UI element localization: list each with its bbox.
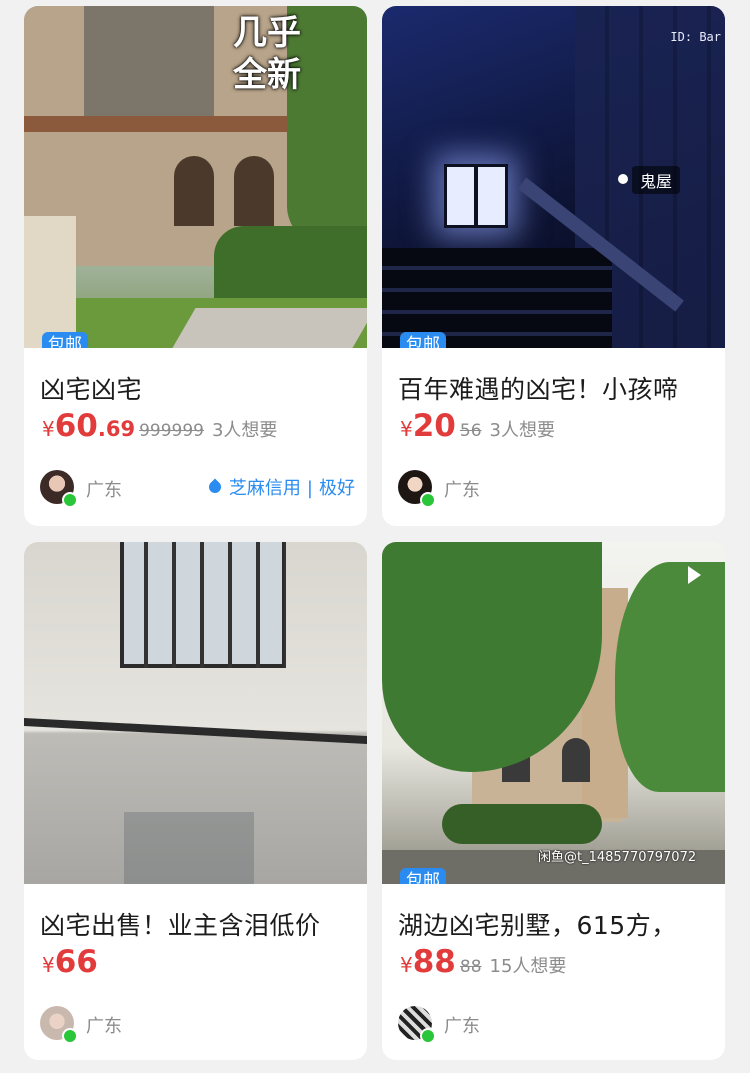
free-shipping-badge: 包邮: [400, 332, 446, 348]
product-title: 凶宅出售！业主含泪低价: [40, 911, 321, 940]
play-icon[interactable]: [688, 566, 701, 584]
product-card[interactable]: 几乎 全新 包邮 凶宅凶宅 ¥60.69 999999 3人想要 广东 芝麻信用 | 极…: [24, 6, 367, 526]
product-photo[interactable]: 几乎 全新 包邮: [24, 6, 367, 348]
seller-row[interactable]: 广东: [398, 1006, 713, 1044]
price-row: ¥88 88 15人想要: [400, 944, 567, 980]
almost-new-sticker: 几乎 全新: [233, 13, 301, 95]
original-price: 88: [459, 957, 482, 977]
credit-badge: 芝麻信用 | 极好: [206, 474, 355, 500]
seller-location: 广东: [86, 480, 122, 501]
online-indicator: [420, 1028, 436, 1044]
tag-dot-icon: [618, 174, 628, 184]
price: 88: [412, 944, 456, 980]
price-row: ¥66: [42, 944, 98, 980]
product-title: 百年难遇的凶宅！小孩啼: [398, 375, 679, 404]
seller-row[interactable]: 广东: [40, 1006, 355, 1044]
seller-location: 广东: [86, 1016, 122, 1037]
seller-row[interactable]: 广东 芝麻信用 | 极好: [40, 470, 355, 508]
seller-row[interactable]: 广东: [398, 470, 713, 508]
original-price: 999999: [139, 421, 204, 441]
water-drop-icon: [206, 478, 224, 496]
price: 66: [54, 944, 98, 980]
product-title: 湖边凶宅别墅，615方，: [398, 911, 677, 940]
online-indicator: [62, 492, 78, 508]
online-indicator: [62, 1028, 78, 1044]
product-card[interactable]: ID: Bar 鬼屋 包邮 百年难遇的凶宅！小孩啼 ¥20 56 3人想要 广东: [382, 6, 725, 526]
free-shipping-badge: 包邮: [42, 332, 88, 348]
price: 60: [54, 408, 98, 444]
want-count: 3人想要: [211, 420, 278, 441]
product-card[interactable]: 凶宅出售！业主含泪低价 ¥66 广东: [24, 542, 367, 1060]
product-photo[interactable]: 闲鱼@t_1485770797072 包邮: [382, 542, 725, 884]
seller-location: 广东: [444, 1016, 480, 1037]
want-count: 15人想要: [489, 956, 567, 977]
product-photo[interactable]: [24, 542, 367, 884]
free-shipping-badge: 包邮: [400, 868, 446, 884]
online-indicator: [420, 492, 436, 508]
photo-tag-label[interactable]: 鬼屋: [632, 166, 681, 194]
price: 20: [412, 408, 456, 444]
want-count: 3人想要: [489, 420, 555, 441]
id-text: ID: Bar: [670, 30, 721, 44]
original-price: 56: [459, 421, 482, 441]
price-row: ¥60.69 999999 3人想要: [42, 408, 278, 444]
price-row: ¥20 56 3人想要: [400, 408, 555, 444]
seller-location: 广东: [444, 480, 480, 501]
product-card[interactable]: 闲鱼@t_1485770797072 包邮 湖边凶宅别墅，615方， ¥88 88…: [382, 542, 725, 1060]
product-title: 凶宅凶宅: [40, 375, 143, 404]
watermark: 闲鱼@t_1485770797072: [538, 850, 697, 865]
product-photo[interactable]: ID: Bar 鬼屋 包邮: [382, 6, 725, 348]
